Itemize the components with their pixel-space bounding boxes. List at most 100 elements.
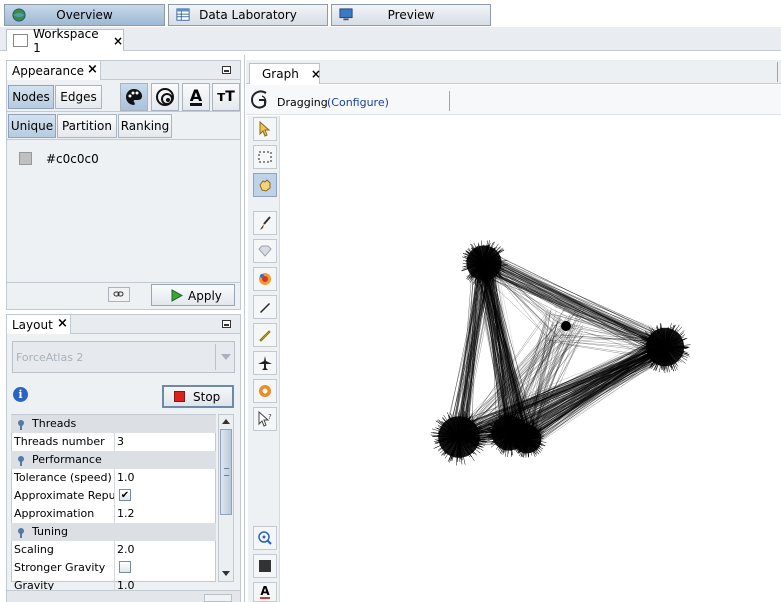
shortest-path-tool[interactable] [253,351,277,375]
property-row[interactable]: Approximate Repulsion ✔ [11,487,216,505]
property-category[interactable]: Threads [11,415,216,433]
font-tool[interactable]: A [253,582,277,602]
center-graph-tool[interactable] [253,526,277,550]
data-laboratory-label: Data Laboratory [199,8,297,22]
font-tool-icon: A [260,583,270,599]
property-category[interactable]: Tuning [11,523,216,541]
drag-tool[interactable] [253,173,277,197]
property-value[interactable]: 1.0 [117,471,135,484]
scroll-up-icon[interactable] [222,419,230,424]
nodes-tab[interactable]: Nodes [8,85,54,109]
pin-icon [18,420,24,430]
property-checkbox[interactable]: ✔ [119,489,131,501]
graph-tab-label: Graph [262,67,299,81]
appearance-tab[interactable]: Appearance × [7,61,101,80]
graph-canvas[interactable] [281,116,781,602]
size-button[interactable] [151,83,179,111]
apply-label: Apply [188,289,222,303]
right-panel-edge [777,62,781,82]
property-row[interactable]: Stronger Gravity [11,559,216,577]
property-label: Approximate Repulsion [14,489,114,502]
painter-tool[interactable] [253,211,277,235]
property-row[interactable]: Tolerance (speed) 1.0 [11,469,216,487]
close-icon[interactable]: × [311,67,321,81]
cursor-icon [259,121,271,137]
stop-button[interactable]: Stop [162,385,234,408]
airplane-icon [258,356,272,370]
property-row[interactable]: Scaling 2.0 [11,541,216,559]
pencil-icon [260,303,270,313]
property-checkbox[interactable] [119,561,131,573]
property-value[interactable]: 3 [117,435,124,448]
brush-icon [260,216,271,230]
label-size-button[interactable]: тT [212,83,240,111]
property-row[interactable]: Approximation 1.2 [11,505,216,523]
rectangle-select-tool[interactable] [253,145,277,169]
color-button[interactable] [120,83,148,111]
cursor-question-icon: ? [258,411,272,427]
dropdown-divider [215,344,216,370]
zoom-icon [258,531,272,545]
toolbar-separator [449,91,450,111]
appearance-content [7,139,240,282]
color-swatch[interactable] [19,152,32,165]
ranking-tab-label: Ranking [120,119,170,133]
close-icon[interactable]: × [57,316,68,331]
edge-pencil-tool[interactable] [253,295,277,319]
layout-tab[interactable]: Layout × [7,315,71,334]
font-color-icon: A [189,86,203,106]
link-icon [113,291,124,297]
partition-tab[interactable]: Partition [57,114,117,138]
property-separator [114,469,115,487]
document-icon [13,34,29,47]
ranking-tab[interactable]: Ranking [118,114,172,138]
edges-tab[interactable]: Edges [55,85,102,109]
category-label: Threads [32,417,77,430]
unique-tab[interactable]: Unique [8,114,56,138]
sizer-tool[interactable] [253,239,277,263]
diamond-icon [258,245,272,257]
algorithm-select[interactable]: ForceAtlas 2 [12,341,235,373]
property-label: Scaling [14,543,54,556]
edges-tab-label: Edges [60,90,97,104]
minimize-icon[interactable] [222,320,231,328]
settings-tool[interactable] [253,379,277,403]
select-tool[interactable] [253,117,277,141]
gephi-logo-icon [250,90,267,109]
link-button[interactable] [108,287,130,302]
close-icon[interactable]: × [113,34,123,48]
minimize-icon[interactable] [222,66,231,74]
workspace-tab[interactable]: Workspace 1 × [6,27,124,55]
heatmap-icon [259,273,271,285]
label-color-button[interactable]: A [182,83,210,111]
property-value[interactable]: 2.0 [117,543,135,556]
pencil-yellow-icon [259,330,271,342]
palette-icon [126,89,142,105]
scrollbar-thumb[interactable] [220,429,232,515]
chevron-down-icon [221,354,231,360]
graph-tab[interactable]: Graph × [249,63,321,84]
overview-button[interactable]: Overview [4,4,165,26]
property-label: Approximation [14,507,95,520]
data-laboratory-button[interactable]: Data Laboratory [168,4,328,26]
property-separator [114,559,115,577]
info-icon[interactable]: i [13,387,28,402]
configure-link[interactable]: (Configure) [327,96,389,109]
preview-button[interactable]: Preview [331,4,491,26]
edit-tool[interactable]: ? [253,407,277,431]
preview-label: Preview [387,8,435,22]
graph-divider [244,55,245,602]
apply-button[interactable]: Apply [151,284,235,306]
background-color-tool[interactable] [253,554,277,578]
heatmap-tool[interactable] [253,267,277,291]
node-pencil-tool[interactable] [253,323,277,347]
property-scrollbar[interactable] [218,414,234,582]
graph-tab-strip [246,60,781,84]
close-icon[interactable]: × [87,62,98,77]
layout-title: Layout [12,318,53,332]
property-row[interactable]: Threads number 3 [11,433,216,451]
property-value[interactable]: 1.2 [117,507,135,520]
layout-footer-button[interactable] [204,594,232,602]
property-category[interactable]: Performance [11,451,216,469]
scroll-down-icon[interactable] [222,571,230,576]
